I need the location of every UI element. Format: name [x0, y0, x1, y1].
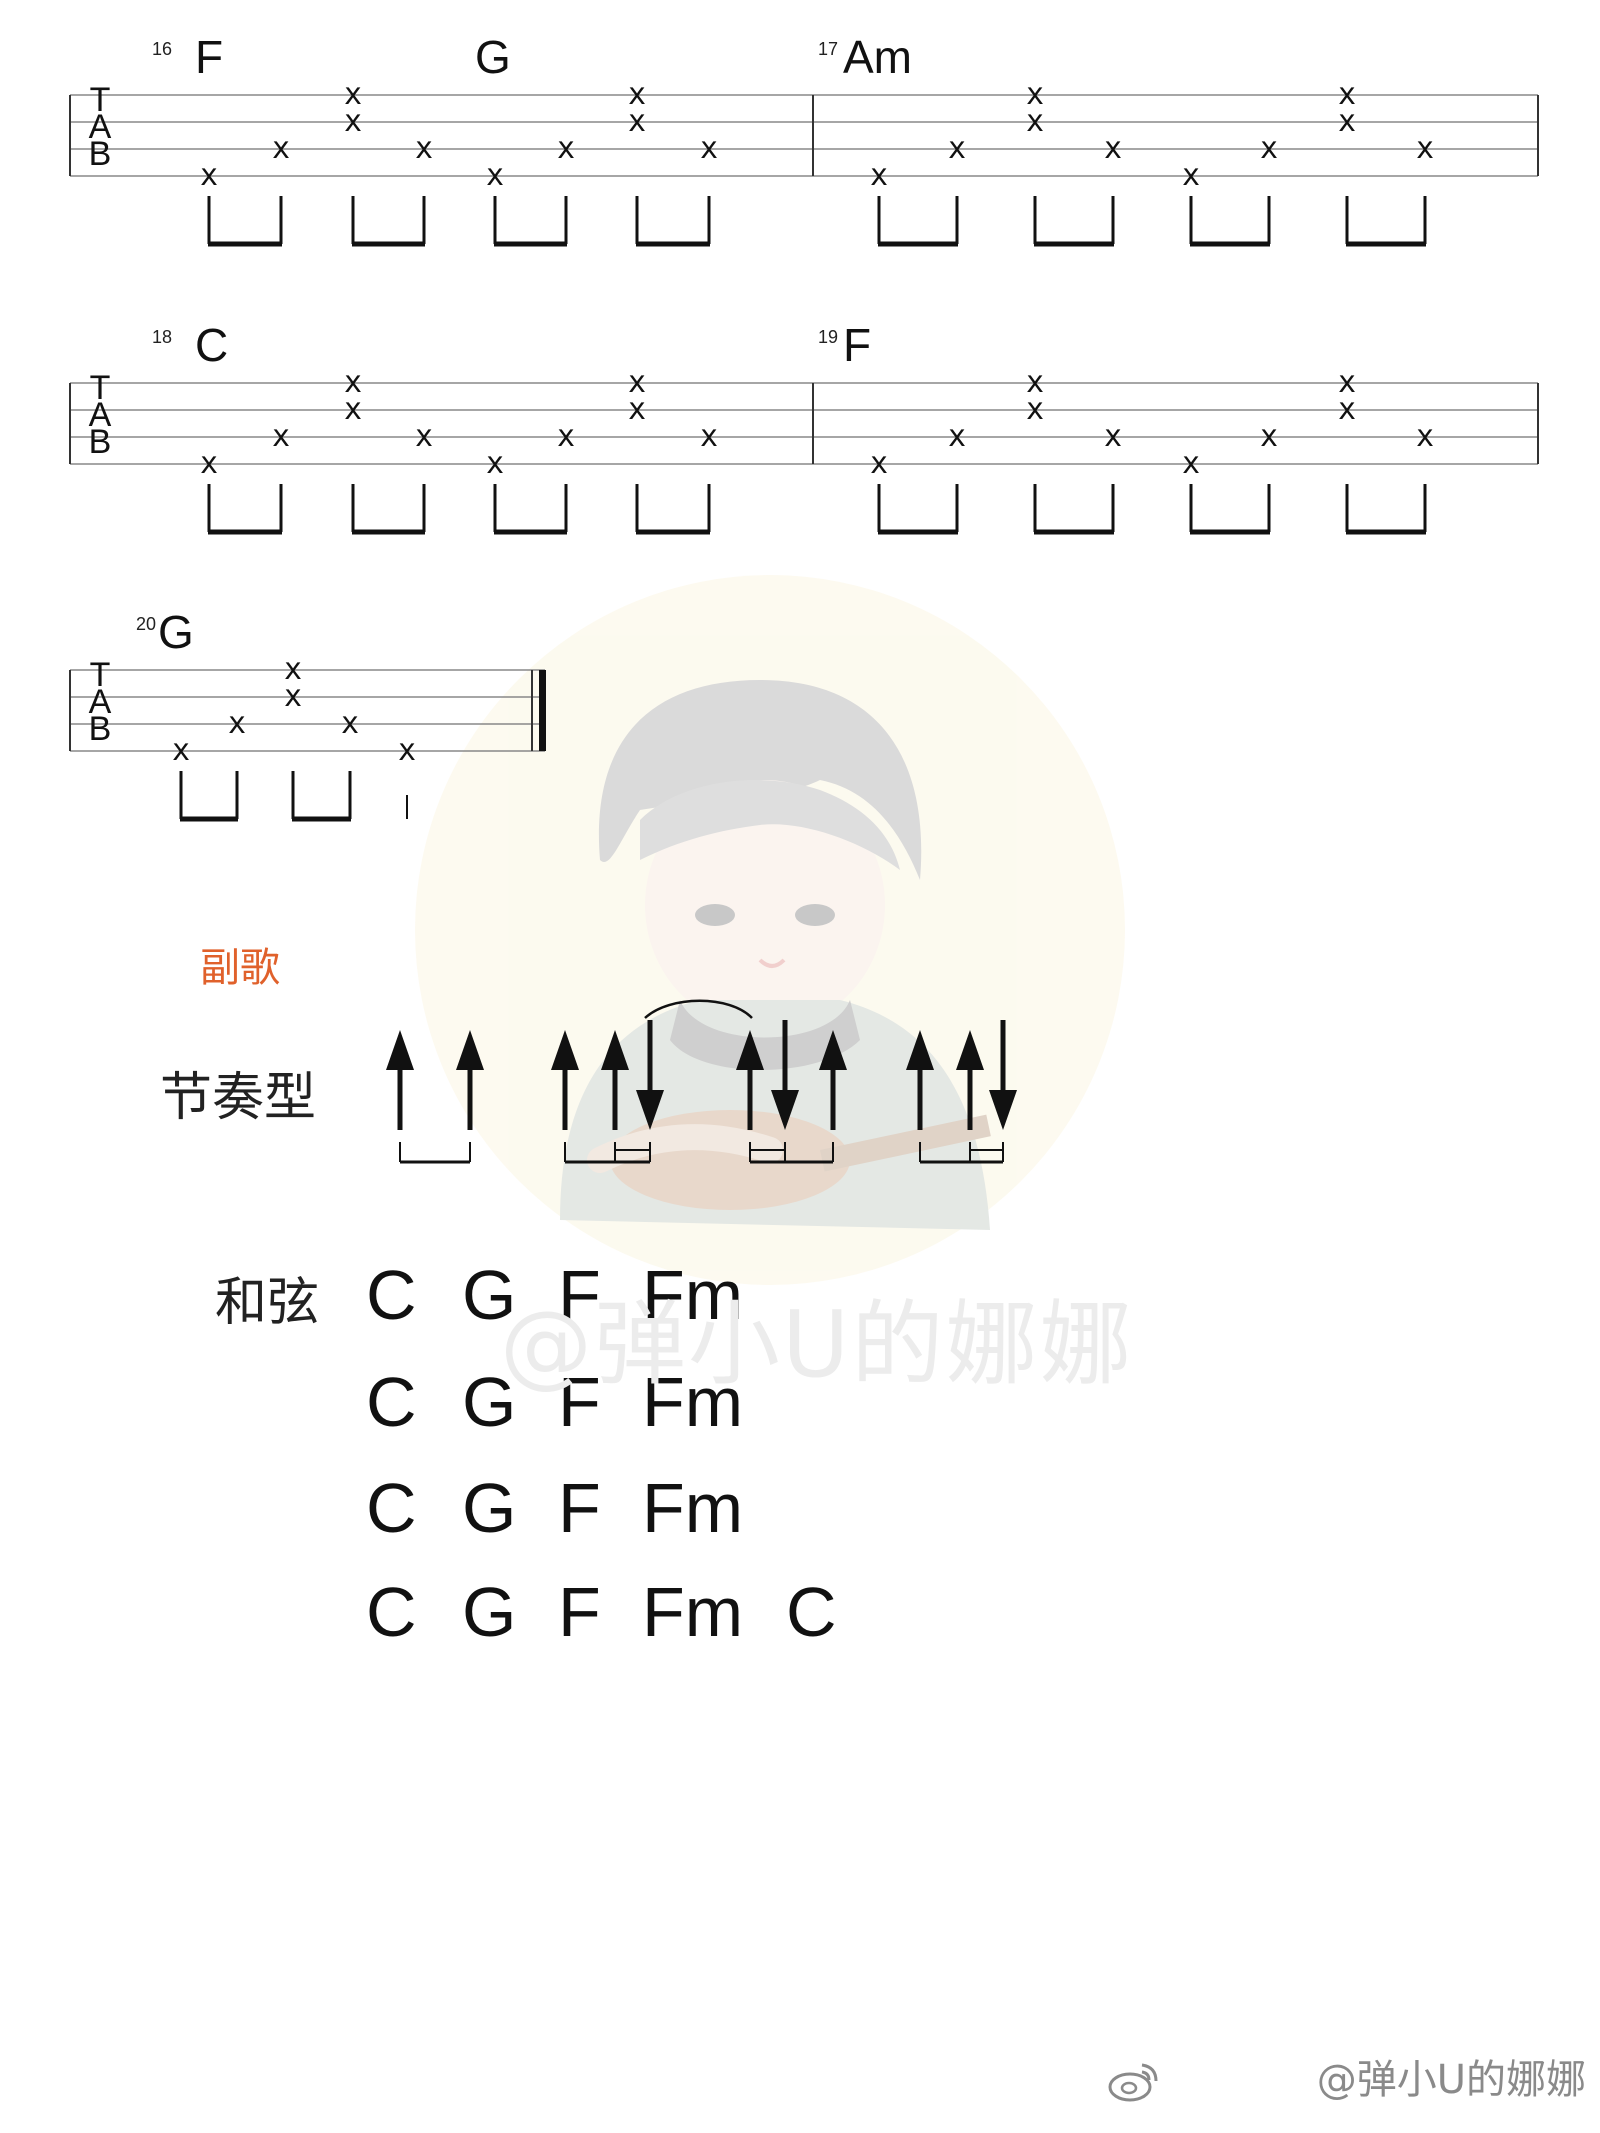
measure-number: 18 [152, 327, 172, 347]
measure-number: 19 [818, 327, 838, 347]
tab-note: x [628, 392, 646, 427]
tab-note: x [1182, 158, 1200, 193]
measure-number: 17 [818, 39, 838, 59]
tab-note: x [948, 419, 966, 454]
rhythm-pattern-label: 节奏型 [160, 1068, 317, 1128]
section-label-chorus: 副歌 [200, 945, 280, 991]
tab-note: x [200, 446, 218, 481]
watermark-text: @弹小U的娜娜 [500, 1291, 1134, 1398]
tab-note: x [344, 392, 362, 427]
tab-note: x [172, 733, 190, 768]
chord-name: F [195, 31, 223, 83]
chord-symbol: C [366, 1363, 417, 1441]
tab-note: x [557, 131, 575, 166]
tab-note: x [1260, 419, 1278, 454]
tab-note: x [398, 733, 416, 768]
tab-note: x [341, 706, 359, 741]
tab-note: x [1260, 131, 1278, 166]
chord-progression-label: 和弦 [215, 1273, 320, 1333]
chord-name: C [195, 319, 228, 371]
tab-clef-letter: B [89, 710, 112, 748]
tab-note: x [284, 679, 302, 714]
tab-note: x [1416, 131, 1434, 166]
measure-number: 16 [152, 39, 172, 59]
chord-symbol: C [366, 1469, 417, 1547]
chord-name: G [158, 606, 194, 658]
chord-name: Am [843, 31, 912, 83]
measure-number: 20 [136, 614, 156, 634]
chord-symbol: G [462, 1573, 517, 1651]
tab-note: x [700, 131, 718, 166]
tab-clef-letter: B [89, 423, 112, 461]
tab-note: x [1182, 446, 1200, 481]
author-credit: @弹小U的娜娜 [1316, 2057, 1586, 2103]
chord-symbol: Fm [642, 1573, 744, 1651]
chord-symbol: Fm [642, 1469, 744, 1547]
tab-note: x [1104, 419, 1122, 454]
chord-symbol: G [462, 1469, 517, 1547]
chord-symbol: C [786, 1573, 837, 1651]
tab-note: x [344, 104, 362, 139]
strum-up-arrow [386, 1030, 414, 1130]
chord-row: C G F Fm C [366, 1572, 966, 1652]
tab-note: x [1026, 392, 1044, 427]
tab-note: x [700, 419, 718, 454]
tab-note: x [557, 419, 575, 454]
tab-note: x [870, 158, 888, 193]
tab-note: x [1104, 131, 1122, 166]
avatar-watermark [415, 575, 1125, 1285]
chord-name: F [843, 319, 871, 371]
tab-note: x [1026, 104, 1044, 139]
tab-note: x [415, 419, 433, 454]
chord-name: G [475, 31, 511, 83]
chord-symbol: C [366, 1256, 417, 1334]
chord-symbol: C [366, 1573, 417, 1651]
tab-note: x [415, 131, 433, 166]
chord-symbol: F [558, 1573, 601, 1651]
tab-note: x [1416, 419, 1434, 454]
tab-note: x [272, 419, 290, 454]
tab-note: x [486, 158, 504, 193]
tab-note: x [228, 706, 246, 741]
tab-note: x [628, 104, 646, 139]
chord-row: C G F Fm [366, 1468, 966, 1548]
tab-note: x [272, 131, 290, 166]
tab-note: x [200, 158, 218, 193]
tab-note: x [948, 131, 966, 166]
tab-note: x [870, 446, 888, 481]
weibo-icon [1108, 2063, 1158, 2102]
tab-note: x [486, 446, 504, 481]
tab-note: x [1338, 104, 1356, 139]
final-barline-thick [539, 670, 546, 751]
tab-clef-letter: B [89, 135, 112, 173]
chord-symbol: F [558, 1469, 601, 1547]
tab-note: x [1338, 392, 1356, 427]
